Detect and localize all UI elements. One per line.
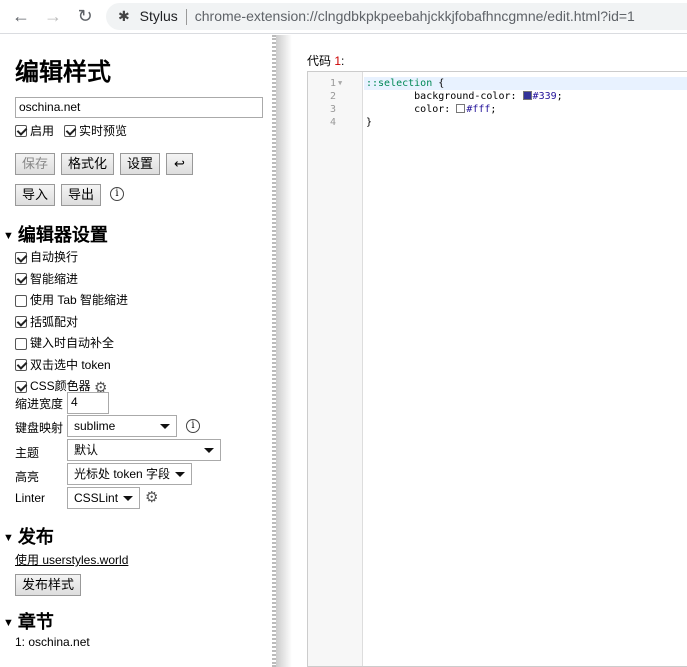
code-line: } — [366, 117, 373, 128]
line-number: 2 — [329, 91, 336, 102]
live-preview-checkbox[interactable]: 实时预览 — [64, 122, 127, 139]
enabled-label: 启用 — [30, 124, 55, 138]
style-name-input[interactable]: oschina.net — [15, 97, 263, 118]
section-item[interactable]: 1: oschina.net — [15, 635, 90, 649]
panel-shadow — [276, 35, 292, 667]
keymap-label: 键盘映射 — [15, 421, 64, 435]
beautify-button[interactable]: 格式化 — [61, 153, 115, 175]
option-autocomplete[interactable]: 键入时自动补全 — [15, 334, 114, 353]
page-title: 编辑样式 — [15, 59, 111, 86]
address-bar[interactable]: ✱ Stylus chrome-extension://clngdbkpkpeeb… — [106, 3, 687, 30]
forward-arrow-icon[interactable]: → — [43, 6, 63, 27]
url-text: chrome-extension://clngdbkpkpeebahjckkjf… — [194, 8, 635, 24]
option-tab-smart-indent[interactable]: 使用 Tab 智能缩进 — [15, 291, 128, 310]
enabled-checkbox[interactable]: 启用 — [15, 122, 54, 139]
color-swatch[interactable] — [522, 91, 532, 100]
puzzle-icon: ✱ — [118, 8, 130, 24]
linter-gear-icon[interactable]: ⚙ — [145, 488, 158, 506]
publish-heading[interactable]: ▼ 发布 — [3, 523, 54, 549]
indent-width-input[interactable]: 4 — [67, 392, 109, 414]
browser-toolbar: ← → ↻ ✱ Stylus chrome-extension://clngdbk… — [0, 0, 687, 34]
code-section-label: 代码 1: — [307, 54, 345, 68]
sections-heading[interactable]: ▼ 章节 — [3, 608, 54, 634]
live-preview-label: 实时预览 — [79, 124, 128, 138]
option-match-brackets[interactable]: 括弧配对 — [15, 313, 78, 332]
settings-button[interactable]: 设置 — [120, 153, 161, 175]
reload-icon[interactable]: ↻ — [75, 6, 95, 27]
linter-label: Linter — [15, 491, 46, 505]
color-swatch[interactable] — [456, 104, 466, 113]
option-dblclick-select-token[interactable]: 双击选中 token — [15, 356, 111, 375]
editor-settings-heading[interactable]: ▼ 编辑器设置 — [3, 221, 108, 247]
theme-label: 主题 — [15, 446, 40, 460]
fold-arrow-icon[interactable]: ▼ — [338, 79, 342, 87]
keymap-info-icon[interactable]: i — [186, 419, 200, 433]
export-button[interactable]: 导出 — [61, 184, 102, 206]
highlight-select[interactable]: 光标处 token 字段 — [67, 463, 192, 485]
line-number: 4 — [329, 117, 336, 128]
highlight-label: 高亮 — [15, 470, 40, 484]
site-name: Stylus — [139, 8, 178, 24]
userstyles-world-link[interactable]: 使用 userstyles.world — [15, 551, 128, 568]
editor-options-list: 自动换行 智能缩进 使用 Tab 智能缩进 括弧配对 键入时自动补全 双击选中 … — [15, 248, 128, 399]
publish-style-button[interactable]: 发布样式 — [15, 574, 82, 596]
line-number: 1 — [329, 78, 336, 89]
keymap-select[interactable]: sublime — [67, 415, 177, 437]
back-button[interactable]: ↩ — [166, 153, 193, 175]
back-arrow-icon[interactable]: ← — [11, 6, 31, 27]
code-line: background-color: #339; — [366, 91, 563, 102]
line-number: 3 — [329, 104, 336, 115]
option-word-wrap[interactable]: 自动换行 — [15, 248, 78, 267]
info-icon[interactable]: i — [110, 187, 124, 201]
linter-select[interactable]: CSSLint — [67, 487, 140, 509]
code-editor[interactable]: 1 ▼ 2 3 4 ::selection { background-color… — [307, 71, 687, 667]
theme-select[interactable]: 默认 — [67, 439, 221, 461]
option-smart-indent[interactable]: 智能缩进 — [15, 270, 78, 289]
import-button[interactable]: 导入 — [15, 184, 56, 206]
line-gutter: 1 ▼ 2 3 4 — [308, 72, 363, 666]
code-line: ::selection { — [364, 77, 687, 90]
save-button[interactable]: 保存 — [15, 153, 56, 175]
indent-width-label: 缩进宽度 — [15, 397, 64, 411]
code-line: color: #fff; — [366, 104, 497, 115]
